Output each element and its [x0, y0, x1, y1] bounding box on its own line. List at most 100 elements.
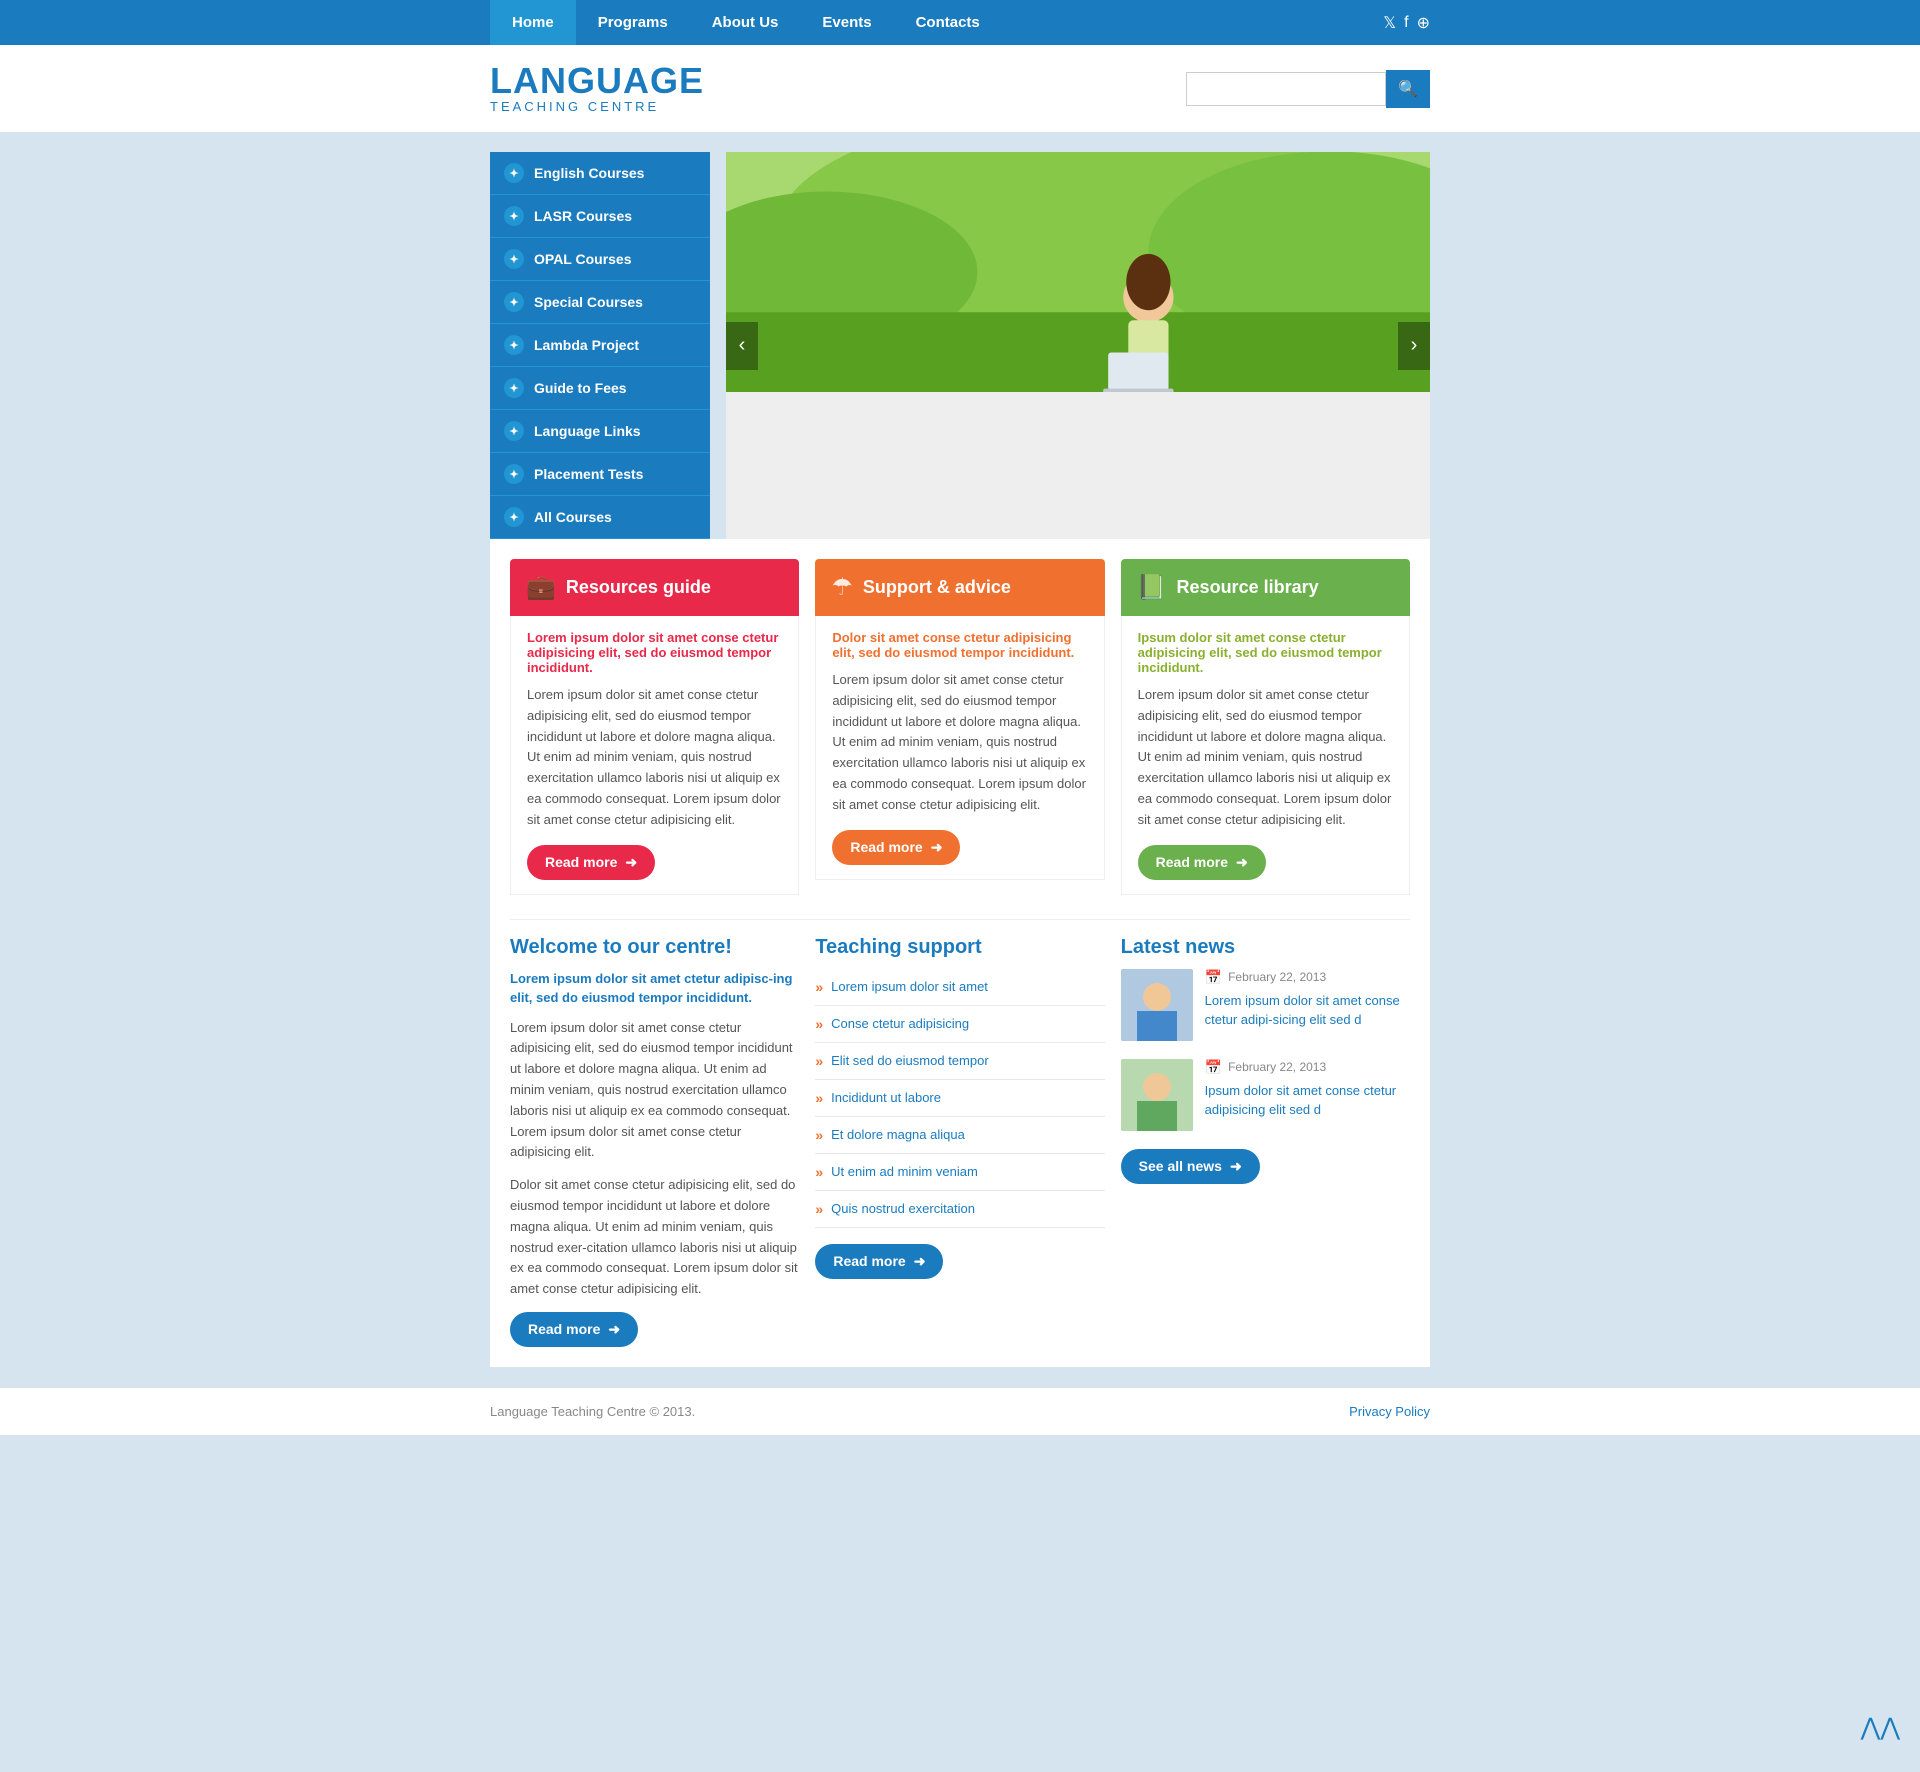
- arrow-right-icon-3: ➜: [1236, 854, 1248, 871]
- sidebar-item-guide-to-fees[interactable]: ✦ Guide to Fees: [490, 367, 710, 410]
- sidebar-item-english-courses[interactable]: ✦ English Courses: [490, 152, 710, 195]
- feature-card-library-header: 📗 Resource library: [1121, 559, 1410, 616]
- teaching-support-column: Teaching support » Lorem ipsum dolor sit…: [815, 936, 1104, 1347]
- search-input[interactable]: [1186, 72, 1386, 106]
- calendar-icon-1: 📅: [1205, 1059, 1222, 1076]
- nav-contacts[interactable]: Contacts: [894, 0, 1002, 45]
- sidebar-item-lambda-project[interactable]: ✦ Lambda Project: [490, 324, 710, 367]
- chevron-icon-1: »: [815, 1016, 823, 1032]
- arrow-right-icon-2: ➜: [931, 839, 943, 856]
- plus-icon-4: ✦: [504, 335, 524, 355]
- plus-icon-8: ✦: [504, 507, 524, 527]
- feature-library-text: Lorem ipsum dolor sit amet conse ctetur …: [1138, 685, 1393, 831]
- support-item-4[interactable]: » Et dolore magna aliqua: [815, 1117, 1104, 1154]
- read-more-library-button[interactable]: Read more ➜: [1138, 845, 1266, 880]
- news-date-1: 📅 February 22, 2013: [1205, 1059, 1410, 1076]
- news-title-1[interactable]: Ipsum dolor sit amet conse ctetur adipis…: [1205, 1081, 1410, 1120]
- sidebar-item-language-links[interactable]: ✦ Language Links: [490, 410, 710, 453]
- logo: LANGUAGE TEACHING CENTRE: [490, 63, 704, 114]
- feature-support-body: Dolor sit amet conse ctetur adipisicing …: [815, 616, 1104, 880]
- footer: Language Teaching Centre © 2013. Privacy…: [0, 1387, 1920, 1435]
- privacy-policy-link[interactable]: Privacy Policy: [1349, 1404, 1430, 1419]
- plus-icon-0: ✦: [504, 163, 524, 183]
- news-content-1: 📅 February 22, 2013 Ipsum dolor sit amet…: [1205, 1059, 1410, 1131]
- nav-events[interactable]: Events: [800, 0, 893, 45]
- logo-sub: TEACHING CENTRE: [490, 99, 704, 114]
- news-image-0: [1121, 969, 1193, 1041]
- support-list: » Lorem ipsum dolor sit amet » Conse cte…: [815, 969, 1104, 1228]
- top-row: ✦ English Courses ✦ LASR Courses ✦ OPAL …: [490, 152, 1430, 539]
- feature-card-support: ☂ Support & advice Dolor sit amet conse …: [815, 559, 1104, 895]
- welcome-read-more-button[interactable]: Read more ➜: [510, 1312, 638, 1347]
- welcome-highlight: Lorem ipsum dolor sit amet ctetur adipis…: [510, 969, 799, 1008]
- feature-resources-highlight: Lorem ipsum dolor sit amet conse ctetur …: [527, 630, 782, 675]
- sidebar-item-lasr-courses[interactable]: ✦ LASR Courses: [490, 195, 710, 238]
- plus-icon-7: ✦: [504, 464, 524, 484]
- bottom-columns: Welcome to our centre! Lorem ipsum dolor…: [510, 936, 1410, 1347]
- feature-resources-title: Resources guide: [566, 577, 711, 598]
- chevron-icon-5: »: [815, 1164, 823, 1180]
- sidebar-item-opal-courses[interactable]: ✦ OPAL Courses: [490, 238, 710, 281]
- news-date-0: 📅 February 22, 2013: [1205, 969, 1410, 986]
- umbrella-icon: ☂: [831, 573, 853, 602]
- see-all-news-button[interactable]: See all news ➜: [1121, 1149, 1260, 1184]
- feature-support-title: Support & advice: [863, 577, 1011, 598]
- latest-news-title: Latest news: [1121, 936, 1410, 959]
- plus-icon-3: ✦: [504, 292, 524, 312]
- chevron-icon-0: »: [815, 979, 823, 995]
- facebook-icon[interactable]: f: [1404, 14, 1408, 32]
- slider-next-button[interactable]: ›: [1398, 322, 1430, 370]
- nav-programs[interactable]: Programs: [576, 0, 690, 45]
- sidebar-item-special-courses[interactable]: ✦ Special Courses: [490, 281, 710, 324]
- back-to-top-button[interactable]: ⋀⋀: [1861, 1713, 1900, 1742]
- twitter-icon[interactable]: 𝕏: [1383, 13, 1396, 33]
- read-more-support-button[interactable]: Read more ➜: [832, 830, 960, 865]
- support-item-2[interactable]: » Elit sed do eiusmod tempor: [815, 1043, 1104, 1080]
- feature-card-resources-header: 💼 Resources guide: [510, 559, 799, 616]
- plus-icon-2: ✦: [504, 249, 524, 269]
- chevron-icon-2: »: [815, 1053, 823, 1069]
- sidebar-item-placement-tests[interactable]: ✦ Placement Tests: [490, 453, 710, 496]
- latest-news-column: Latest news 📅 Februa: [1121, 936, 1410, 1347]
- plus-icon-6: ✦: [504, 421, 524, 441]
- search-box: 🔍: [1186, 70, 1430, 108]
- footer-copyright: Language Teaching Centre © 2013.: [490, 1404, 695, 1419]
- feature-library-highlight: Ipsum dolor sit amet conse ctetur adipis…: [1138, 630, 1393, 675]
- section-divider: [510, 919, 1410, 920]
- feature-library-title: Resource library: [1177, 577, 1319, 598]
- arrow-right-icon-5: ➜: [914, 1253, 926, 1270]
- search-button[interactable]: 🔍: [1386, 70, 1430, 108]
- news-item-0: 📅 February 22, 2013 Lorem ipsum dolor si…: [1121, 969, 1410, 1041]
- arrow-right-icon-6: ➜: [1230, 1158, 1242, 1175]
- welcome-text-2: Dolor sit amet conse ctetur adipisicing …: [510, 1175, 799, 1300]
- nav-about[interactable]: About Us: [690, 0, 801, 45]
- feature-support-text: Lorem ipsum dolor sit amet conse ctetur …: [832, 670, 1087, 816]
- support-item-1[interactable]: » Conse ctetur adipisicing: [815, 1006, 1104, 1043]
- news-item-1: 📅 February 22, 2013 Ipsum dolor sit amet…: [1121, 1059, 1410, 1131]
- arrow-right-icon-4: ➜: [608, 1321, 620, 1338]
- read-more-resources-button[interactable]: Read more ➜: [527, 845, 655, 880]
- feature-card-resources: 💼 Resources guide Lorem ipsum dolor sit …: [510, 559, 799, 895]
- sidebar-item-all-courses[interactable]: ✦ All Courses: [490, 496, 710, 539]
- nav-links: Home Programs About Us Events Contacts: [490, 0, 1002, 45]
- logo-main: LANGUAGE: [490, 63, 704, 99]
- feature-resources-text: Lorem ipsum dolor sit amet conse ctetur …: [527, 685, 782, 831]
- support-item-3[interactable]: » Incididunt ut labore: [815, 1080, 1104, 1117]
- support-item-6[interactable]: » Quis nostrud exercitation: [815, 1191, 1104, 1228]
- welcome-title: Welcome to our centre!: [510, 936, 799, 959]
- feature-card-library: 📗 Resource library Ipsum dolor sit amet …: [1121, 559, 1410, 895]
- rss-icon[interactable]: ⊕: [1417, 13, 1430, 33]
- slider-prev-button[interactable]: ‹: [726, 322, 758, 370]
- sidebar: ✦ English Courses ✦ LASR Courses ✦ OPAL …: [490, 152, 710, 539]
- support-item-0[interactable]: » Lorem ipsum dolor sit amet: [815, 969, 1104, 1006]
- nav-home[interactable]: Home: [490, 0, 576, 45]
- top-navigation: Home Programs About Us Events Contacts 𝕏…: [0, 0, 1920, 45]
- chevron-icon-4: »: [815, 1127, 823, 1143]
- chevron-icon-6: »: [815, 1201, 823, 1217]
- briefcase-icon: 💼: [526, 573, 556, 602]
- teaching-support-read-more-button[interactable]: Read more ➜: [815, 1244, 943, 1279]
- main-area: ✦ English Courses ✦ LASR Courses ✦ OPAL …: [0, 132, 1920, 1387]
- slider-image: [726, 152, 1430, 392]
- support-item-5[interactable]: » Ut enim ad minim veniam: [815, 1154, 1104, 1191]
- news-title-0[interactable]: Lorem ipsum dolor sit amet conse ctetur …: [1205, 991, 1410, 1030]
